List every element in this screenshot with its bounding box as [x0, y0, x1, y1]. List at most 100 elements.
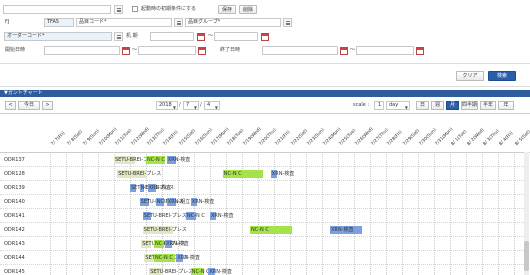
task-bar[interactable]: NC-N C [222, 170, 263, 178]
calendar-icon[interactable] [197, 33, 205, 41]
task-bar[interactable]: XRN-検査 [208, 268, 232, 275]
scrollbar-thumb[interactable] [524, 241, 529, 271]
day-value: 4 [207, 102, 211, 108]
task-bar[interactable]: SETU-BREI-プレス [130, 184, 174, 192]
date-header: 8/ 5(Sat) [514, 129, 530, 147]
task-bar[interactable]: XRN-検査 [190, 198, 214, 206]
end-datetime-from-input[interactable] [262, 46, 338, 55]
due-date-from-input[interactable] [150, 32, 194, 41]
task-bar[interactable]: XRN-検査 [210, 212, 233, 220]
next-button[interactable]: > [42, 101, 53, 110]
task-bar[interactable]: SETU-BREI-プレス [149, 268, 193, 275]
gantt-chart: 7/ 7(Fri) 7/ 8(Sat) 7/ 9(Sun) 7/10(Mon) 7/11… [0, 114, 530, 275]
task-bar[interactable]: NC-N C [139, 184, 158, 192]
calendar-icon[interactable] [122, 47, 130, 55]
view-button-2[interactable]: 月 [446, 101, 459, 110]
month-select[interactable]: 7 ▼ [183, 101, 199, 110]
scale-value-select[interactable]: 1 [374, 101, 384, 110]
task-bar[interactable]: XRN-検査 [166, 156, 190, 164]
date-header: 7/ 7(Fri) [50, 131, 67, 147]
list-icon [177, 21, 181, 25]
date-header: 7/ 9(Sun) [82, 128, 101, 147]
year-select[interactable]: 2018 ▼ [156, 101, 178, 110]
task-bar[interactable]: XRN-組立 [166, 198, 190, 206]
item-group-list-button[interactable] [283, 18, 292, 27]
task-bar[interactable]: SETU-BREI-プレス [117, 170, 161, 178]
end-datetime-to-input[interactable] [356, 46, 414, 55]
task-bar[interactable]: NC-N C [155, 198, 174, 206]
date-header: 8/ 1(Tue) [450, 129, 469, 147]
view-button-3[interactable]: 四半期 [461, 101, 478, 110]
task-bar[interactable]: NC-N C [190, 268, 210, 275]
view-button-4[interactable]: 半年 [480, 101, 496, 110]
calendar-icon[interactable] [416, 47, 424, 55]
delete-button[interactable]: 削除 [239, 5, 257, 14]
view-button-5[interactable]: 年 [498, 101, 514, 110]
row-label: ODR128 [4, 171, 25, 177]
order-code-input[interactable]: オーダーコード* [4, 32, 112, 41]
fj-label: FJ [5, 19, 10, 25]
search-button[interactable]: 検索 [488, 71, 516, 81]
task-bar[interactable]: SETU-BREI-プレス [141, 240, 185, 248]
range-tilde: ～ [350, 47, 356, 53]
row-label: ODR143 [4, 241, 25, 247]
task-bar[interactable]: SETU-BREI-プレス [142, 212, 187, 220]
day-gridline [482, 152, 483, 275]
task-bar[interactable]: SETU-BREI-プレス [144, 254, 188, 262]
calendar-icon[interactable] [340, 47, 348, 55]
task-bar[interactable]: XRN-検査 [165, 240, 189, 248]
startup-default-checkbox[interactable] [132, 6, 138, 12]
list-icon [117, 35, 121, 39]
task-bar[interactable]: SETU-BREI-プレス [142, 226, 187, 234]
calendar-icon[interactable] [261, 33, 269, 41]
day-gridline [514, 152, 515, 275]
chevron-down-icon: ▼ [172, 105, 176, 110]
day-gridline [322, 152, 323, 275]
condition-name-input[interactable] [3, 5, 111, 14]
task-bar[interactable]: XRN-検査 [176, 254, 200, 262]
gantt-section-header[interactable]: ▼ガントチャート [0, 90, 530, 97]
row-label: ODR140 [4, 199, 25, 205]
day-select[interactable]: 4 ▼ [204, 101, 220, 110]
item-group-input[interactable]: 品目グループ* [185, 18, 281, 27]
prev-button[interactable]: < [5, 101, 16, 110]
task-bar[interactable]: NC-N C [154, 240, 173, 248]
month-value: 7 [186, 102, 190, 108]
item-code-input[interactable]: 品目コード* [76, 18, 172, 27]
task-bar[interactable]: SETU-BREI-プレス [139, 198, 184, 206]
year-month-separator: / [179, 102, 181, 108]
task-bar[interactable]: XRN-検査 [147, 184, 171, 192]
task-bar[interactable]: XRN-検査 [330, 226, 362, 234]
today-button[interactable]: 今日 [18, 101, 40, 110]
task-bar[interactable]: NC-N C [154, 254, 175, 262]
scale-unit-select[interactable]: day ▼ [386, 101, 410, 110]
task-bar[interactable]: SETU-BREI-プレス [114, 156, 158, 164]
day-gridline [386, 152, 387, 275]
start-datetime-from-input[interactable] [44, 46, 120, 55]
view-button-1[interactable]: 週 [431, 101, 444, 110]
item-code-list-button[interactable] [174, 18, 183, 27]
scale-value: 1 [378, 102, 382, 108]
save-button[interactable]: 保存 [218, 5, 236, 14]
view-button-0[interactable]: 日 [416, 101, 429, 110]
order-code-list-button[interactable] [114, 32, 123, 41]
task-bar[interactable]: XRN-検査 [270, 170, 294, 178]
day-gridline [338, 152, 339, 275]
row-gridline [0, 180, 524, 181]
task-bar[interactable]: NC-N C [250, 226, 292, 234]
day-gridline [114, 152, 115, 275]
day-gridline [450, 152, 451, 275]
clear-button[interactable]: クリア [456, 71, 484, 81]
task-bar[interactable]: NC-N C [146, 156, 166, 164]
task-bar[interactable]: NC-N C [186, 212, 205, 220]
due-date-to-input[interactable] [214, 32, 258, 41]
row-label: ODR139 [4, 185, 25, 191]
calendar-icon[interactable] [198, 47, 206, 55]
condition-list-button[interactable] [114, 5, 123, 14]
day-gridline [66, 152, 67, 275]
start-datetime-to-input[interactable] [138, 46, 196, 55]
fj-input[interactable]: TFA5 [44, 18, 74, 27]
date-header: 7/ 8(Sat) [66, 129, 84, 147]
scale-unit: day [389, 102, 399, 108]
vertical-scrollbar[interactable] [524, 152, 529, 275]
